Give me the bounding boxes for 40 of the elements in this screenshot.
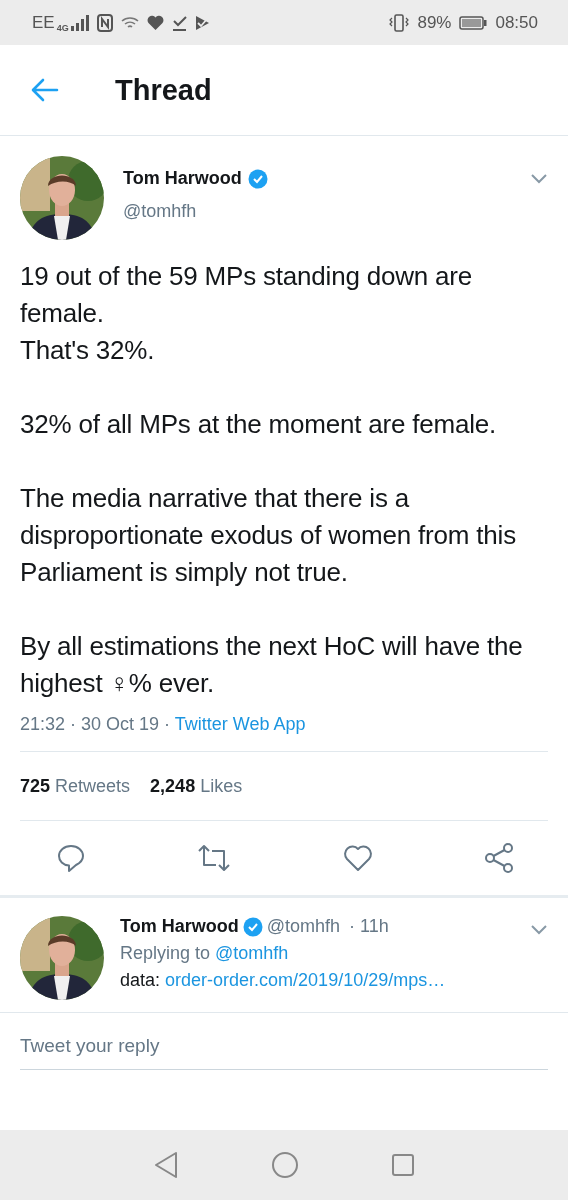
tweet-paragraph: 19 out of the 59 MPs standing down are female. That's 32%. xyxy=(20,260,474,367)
author-handle[interactable]: @tomhfh xyxy=(266,916,340,937)
url-link[interactable]: order-order.com/2019/10/29/mps… xyxy=(165,970,446,991)
chevron-down-icon[interactable] xyxy=(530,924,548,936)
back-icon[interactable] xyxy=(153,1151,179,1179)
network-label: 4G xyxy=(56,22,69,33)
play-check-icon xyxy=(194,14,210,31)
tweet-timestamp: 21:32 · 30 Oct 19 · xyxy=(20,714,172,734)
back-arrow-icon[interactable] xyxy=(31,78,59,102)
home-icon[interactable] xyxy=(271,1151,299,1179)
reply-age: · 11h xyxy=(348,916,389,937)
vibrate-icon xyxy=(389,12,410,33)
engagement-count[interactable]: 2,248 Likes xyxy=(150,775,243,797)
author-handle[interactable]: @tomhfh xyxy=(123,201,268,222)
reply-text: data: xyxy=(120,970,162,991)
author-name[interactable]: Tom Harwood xyxy=(120,916,239,937)
battery-icon xyxy=(459,15,488,30)
battery-percent: 89% xyxy=(417,12,452,33)
tweet-paragraph: By all estimations the next HoC will have the highest ♀% ever. xyxy=(20,630,524,700)
heart-icon[interactable] xyxy=(342,844,373,872)
heart-icon xyxy=(146,15,164,30)
source-link[interactable]: Twitter Web App xyxy=(174,714,306,734)
tweet-paragraph: 32% of all MPs at the moment are female. xyxy=(20,408,498,441)
recents-icon[interactable] xyxy=(391,1153,415,1177)
clock: 08:50 xyxy=(495,12,538,33)
chevron-down-icon[interactable] xyxy=(530,173,548,185)
nfc-icon xyxy=(96,13,113,32)
author-name[interactable]: Tom Harwood xyxy=(123,168,242,189)
signal-icon xyxy=(70,14,89,31)
download-done-icon xyxy=(171,14,187,31)
replying-label: Replying to xyxy=(120,943,212,964)
retweet-icon[interactable] xyxy=(197,843,232,873)
carrier-label: EE xyxy=(32,12,55,33)
reply-icon[interactable] xyxy=(56,843,86,873)
tweet-paragraph: The media narrative that there is a disproportionate exodus of women from this Parliament is simply not true. xyxy=(20,482,517,589)
page-title: Thread xyxy=(115,73,212,107)
wifi-icon xyxy=(120,15,139,30)
engagement-count[interactable]: 725 Retweets xyxy=(20,775,131,797)
share-icon[interactable] xyxy=(484,843,514,873)
mention-link[interactable]: @tomhfh xyxy=(215,943,289,964)
